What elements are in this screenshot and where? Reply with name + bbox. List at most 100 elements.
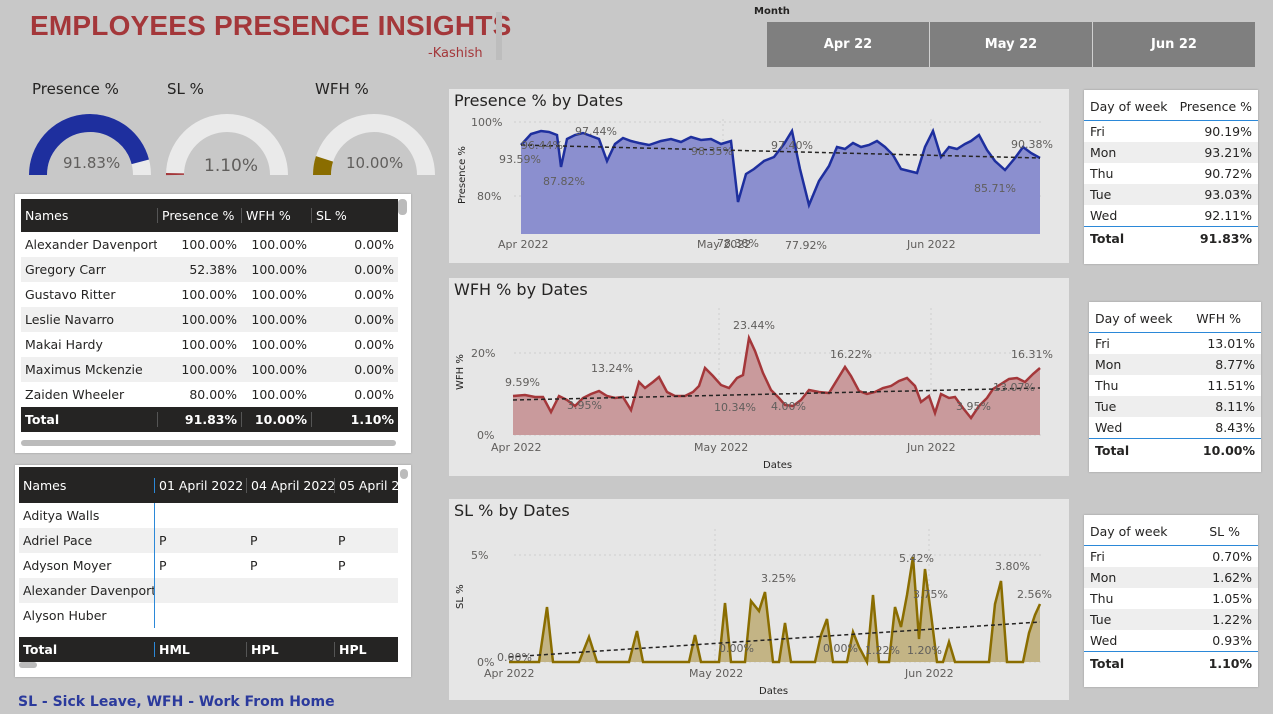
dow-presence-body: Fri 90.19% Mon 93.21% Thu 90.72% Tue 93.03% Wed 9…: [1084, 121, 1258, 226]
table-cell: 100.00%: [181, 287, 237, 302]
col-names[interactable]: Names: [21, 208, 157, 223]
wfh-label-5: 4.00%: [771, 400, 806, 413]
attendance-cell: [154, 603, 246, 628]
table-row[interactable]: Aditya Walls: [19, 503, 398, 528]
attendance-cell: P: [338, 558, 346, 573]
dow-presence-col1[interactable]: Day of week: [1090, 99, 1168, 114]
table-row[interactable]: Makai Hardy 100.00% 100.00% 0.00%: [21, 332, 398, 357]
dow-row[interactable]: Fri 0.70%: [1084, 546, 1258, 567]
dow-presence-col2[interactable]: Presence %: [1180, 99, 1252, 114]
table-row[interactable]: Alexander Davenport 100.00% 100.00% 0.00%: [21, 232, 398, 257]
attendance-cell: P: [250, 533, 258, 548]
attendance-cell: [154, 578, 246, 603]
attendance-cell: P: [154, 553, 246, 578]
att-col-date3[interactable]: 05 April 20: [334, 477, 398, 493]
title-divider: [496, 12, 502, 60]
dow-sl-col1[interactable]: Day of week: [1090, 524, 1168, 539]
employee-table-hscrollbar[interactable]: [21, 440, 396, 446]
dow-row[interactable]: Thu 90.72%: [1084, 163, 1258, 184]
dow-row[interactable]: Wed 0.93%: [1084, 630, 1258, 651]
dow-day: Mon: [1090, 570, 1117, 585]
wfh-chart: WFH % 20% 0% 9.59% 13.24% 3.95% 23.44% 1…: [455, 308, 1053, 471]
wfh-xtick-apr: Apr 2022: [491, 441, 542, 454]
employee-name: Maximus Mckenzie: [25, 362, 143, 377]
att-col-names[interactable]: Names: [19, 478, 154, 493]
month-option-may[interactable]: May 22: [930, 22, 1093, 67]
attendance-cell: P: [250, 558, 258, 573]
presence-label-3: 96.44%: [521, 139, 563, 152]
sl-xtick-jun: Jun 2022: [904, 667, 954, 680]
dow-wfh-col1[interactable]: Day of week: [1095, 311, 1173, 326]
dow-sl-total-label: Total: [1090, 655, 1125, 671]
sl-xtick-may: May 2022: [689, 667, 743, 680]
dow-row[interactable]: Wed 92.11%: [1084, 205, 1258, 226]
dow-presence-header: Day of week Presence %: [1084, 92, 1258, 121]
attendance-table-hscrollbar[interactable]: [19, 662, 37, 668]
dow-row[interactable]: Fri 13.01%: [1089, 333, 1261, 354]
sl-y-label: SL %: [455, 584, 466, 609]
dow-day: Mon: [1095, 357, 1122, 372]
dow-sl-header: Day of week SL %: [1084, 517, 1258, 546]
att-col-date1[interactable]: 01 April 2022: [154, 477, 246, 493]
dow-day: Fri: [1090, 549, 1105, 564]
dow-value: 1.22%: [1212, 612, 1252, 627]
dow-value: 1.05%: [1212, 591, 1252, 606]
col-wfh[interactable]: WFH %: [241, 208, 311, 223]
page-title: EMPLOYEES PRESENCE INSIGHTS: [30, 10, 512, 41]
dow-row[interactable]: Tue 8.11%: [1089, 396, 1261, 417]
presence-chart: Presence % 100% 80% 97.44% 93.59% 87.82%…: [457, 116, 1053, 252]
att-total-1: HML: [154, 642, 246, 657]
month-option-jun[interactable]: Jun 22: [1093, 22, 1255, 67]
table-row[interactable]: Alexander Davenport: [19, 578, 398, 603]
dow-row[interactable]: Tue 93.03%: [1084, 184, 1258, 205]
wfh-label-6: 16.22%: [830, 348, 872, 361]
dow-value: 0.93%: [1212, 633, 1252, 648]
table-row[interactable]: Adyson Moyer P P P: [19, 553, 398, 578]
table-row[interactable]: Gustavo Ritter 100.00% 100.00% 0.00%: [21, 282, 398, 307]
sl-xtick-apr: Apr 2022: [484, 667, 535, 680]
wfh-y-label: WFH %: [455, 354, 466, 390]
sl-label-8: 3.80%: [995, 560, 1030, 573]
dow-presence-total: Total 91.83%: [1084, 226, 1258, 249]
table-row[interactable]: Zaiden Wheeler 80.00% 100.00% 0.00%: [21, 382, 398, 407]
dow-presence-total-label: Total: [1090, 230, 1125, 246]
table-cell: 100.00%: [181, 237, 237, 252]
employee-table-scrollbar[interactable]: [398, 199, 407, 215]
table-cell: 0.00%: [354, 387, 394, 402]
dow-sl-col2[interactable]: SL %: [1209, 524, 1240, 539]
sl-label-0: 0.00%: [497, 651, 532, 664]
col-sl[interactable]: SL %: [311, 208, 398, 223]
dow-value: 92.11%: [1204, 208, 1252, 223]
dow-row[interactable]: Fri 90.19%: [1084, 121, 1258, 142]
author-label: -Kashish: [428, 46, 483, 61]
table-row[interactable]: Maximus Mckenzie 100.00% 100.00% 0.00%: [21, 357, 398, 382]
dow-row[interactable]: Thu 1.05%: [1084, 588, 1258, 609]
col-presence[interactable]: Presence %: [157, 208, 241, 223]
att-col-date2[interactable]: 04 April 2022: [246, 477, 334, 493]
attendance-table-scrollbar[interactable]: [400, 469, 408, 479]
month-option-apr[interactable]: Apr 22: [767, 22, 930, 67]
dow-row[interactable]: Thu 11.51%: [1089, 375, 1261, 396]
dow-presence-total-value: 91.83%: [1199, 230, 1252, 246]
sl-label-6: 3.75%: [913, 588, 948, 601]
att-total-2: HPL: [246, 642, 334, 657]
sl-label-9: 2.56%: [1017, 588, 1052, 601]
table-row[interactable]: Gregory Carr 52.38% 100.00% 0.00%: [21, 257, 398, 282]
gauge-title-sl: SL %: [167, 80, 204, 98]
gauge-value-wfh: 10.00%: [346, 154, 404, 172]
table-row[interactable]: Alyson Huber: [19, 603, 398, 628]
dow-row[interactable]: Mon 93.21%: [1084, 142, 1258, 163]
dow-row[interactable]: Wed 8.43%: [1089, 417, 1261, 438]
dow-wfh-col2[interactable]: WFH %: [1196, 311, 1241, 326]
employee-table-header: Names Presence % WFH % SL %: [21, 199, 398, 232]
sl-label-2: 0.00%: [719, 642, 754, 655]
dow-row[interactable]: Tue 1.22%: [1084, 609, 1258, 630]
presence-label-2: 87.82%: [543, 175, 585, 188]
dow-row[interactable]: Mon 8.77%: [1089, 354, 1261, 375]
table-row[interactable]: Leslie Navarro 100.00% 100.00% 0.00%: [21, 307, 398, 332]
dow-day: Tue: [1090, 612, 1112, 627]
wfh-label-1: 13.24%: [591, 362, 633, 375]
table-row[interactable]: Adriel Pace P P P: [19, 528, 398, 553]
employee-name: Zaiden Wheeler: [25, 387, 125, 402]
dow-row[interactable]: Mon 1.62%: [1084, 567, 1258, 588]
